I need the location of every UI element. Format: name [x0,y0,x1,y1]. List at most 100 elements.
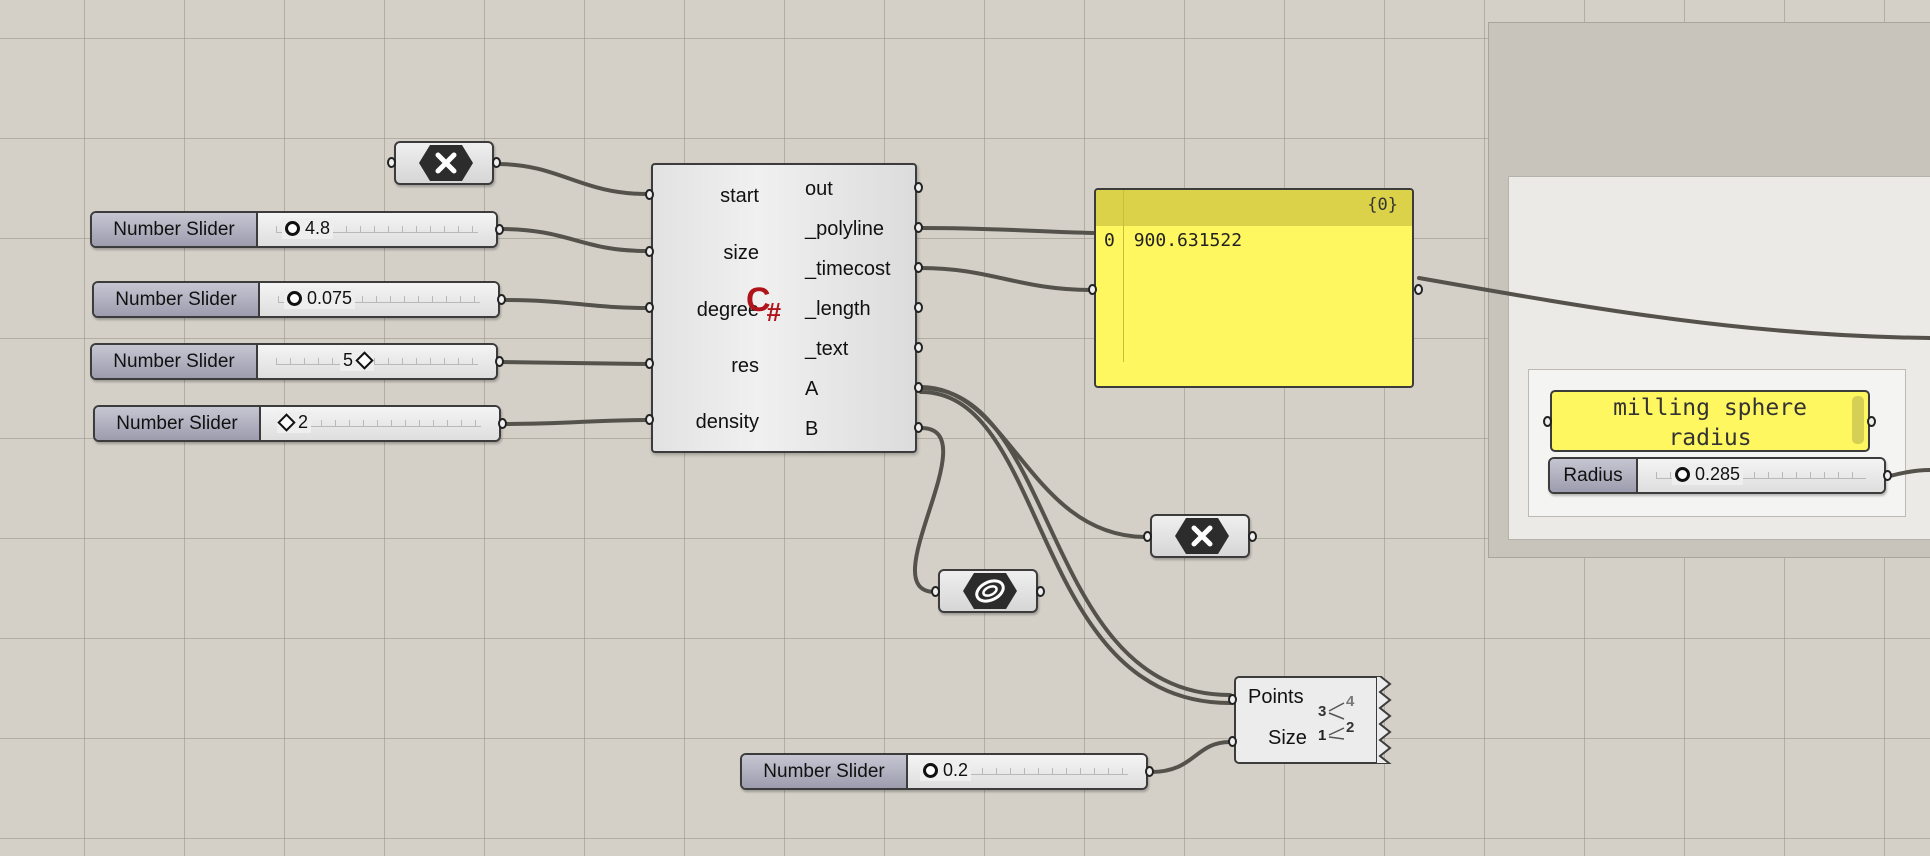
wire-b-curve [913,426,946,594]
note-panel[interactable]: milling sphere radius [1550,390,1870,452]
port-input-degree[interactable] [645,302,654,313]
panel-row: 0 900.631522 [1104,230,1242,251]
port[interactable] [498,418,507,429]
panel-index-divider [1123,190,1124,362]
port[interactable] [492,157,501,168]
output-length: _length [805,298,871,320]
slider-track[interactable]: 2 [261,407,499,440]
port[interactable] [931,586,940,597]
port-input-size[interactable] [645,246,654,257]
slider-knob[interactable] [287,291,302,306]
slider-label: Number Slider [92,213,258,246]
port-output-out[interactable] [914,182,923,193]
port[interactable] [1036,586,1045,597]
port-output-length[interactable] [914,302,923,313]
slider-value: 2 [298,412,309,432]
port-input-start[interactable] [645,189,654,200]
csharp-script-component[interactable]: start size degree res density C# out _po… [651,163,917,453]
wire-degree [500,298,649,310]
curve-icon [963,573,1017,609]
port-input-density[interactable] [645,414,654,425]
slider-value: 0.285 [1695,464,1741,484]
input-size: size [723,242,759,264]
port[interactable] [1543,416,1552,427]
slider-track[interactable]: 4.8 [258,213,496,246]
input-size: Size [1268,727,1307,749]
port-input-points[interactable] [1228,694,1237,705]
wire-size [498,227,649,253]
port[interactable] [1867,416,1876,427]
number-slider-radius[interactable]: Radius 0.285 [1548,457,1886,494]
output-a: A [805,378,819,400]
slider-knob[interactable] [355,351,374,370]
input-start: start [720,185,759,207]
port-output-b[interactable] [914,422,923,433]
csharp-icon: C# [746,281,782,327]
output-polyline: _polyline [805,218,884,240]
slider-label: Number Slider [92,345,258,378]
close-icon [419,145,473,181]
slider-knob[interactable] [285,221,300,236]
number-slider-density[interactable]: Number Slider 2 [93,405,501,442]
slider-label: Radius [1550,459,1638,492]
svg-text:2: 2 [1346,719,1354,736]
toggle-button-start[interactable] [394,141,494,185]
slider-track[interactable]: 0.285 [1638,459,1884,492]
output-out: out [805,178,833,200]
wire-res [498,360,649,366]
wire-size2-size [1149,740,1232,774]
point-list-component[interactable]: Points Size 3 4 1 2 [1234,676,1392,764]
slider-ticks [276,358,478,365]
slider-knob[interactable] [277,413,296,432]
port[interactable] [1088,284,1097,295]
port-output-polyline[interactable] [914,222,923,233]
port[interactable] [1145,766,1154,777]
port-input-size[interactable] [1228,736,1237,747]
slider-label: Number Slider [95,407,261,440]
port[interactable] [497,294,506,305]
output-timecost: _timecost [805,258,891,280]
slider-knob[interactable] [1675,467,1690,482]
port[interactable] [387,157,396,168]
slider-track[interactable]: 0.075 [260,283,498,316]
number-slider-degree[interactable]: Number Slider 0.075 [92,281,500,318]
svg-text:4: 4 [1346,694,1355,710]
port-input-res[interactable] [645,358,654,369]
port[interactable] [495,356,504,367]
wire-timecost [919,266,1093,292]
wire-polyline [919,226,1095,235]
torn-edge [1376,676,1392,764]
slider-track[interactable]: 5 [258,345,496,378]
port-output-text[interactable] [914,342,923,353]
port[interactable] [1883,470,1892,481]
note-scrollbar[interactable] [1852,396,1864,444]
svg-text:3: 3 [1318,703,1326,720]
slider-value: 4.8 [305,218,331,238]
port[interactable] [1248,531,1257,542]
note-line-1: milling sphere [1613,395,1807,421]
curve-component[interactable] [938,569,1038,613]
port[interactable] [1143,531,1152,542]
data-panel[interactable]: {0} 0 900.631522 [1094,188,1414,388]
svg-text:1: 1 [1318,727,1326,744]
output-b: B [805,418,819,440]
wire-toggle-start [495,162,649,196]
wire-radius-out [1888,468,1930,478]
number-slider-size[interactable]: Number Slider 4.8 [90,211,498,248]
close-icon [1175,518,1229,554]
slider-knob[interactable] [923,763,938,778]
number-slider-res[interactable]: Number Slider 5 [90,343,498,380]
input-density: density [695,411,759,433]
wire-panel-out [1417,276,1930,340]
port[interactable] [1414,284,1423,295]
slider-label: Number Slider [742,755,908,788]
port[interactable] [495,224,504,235]
slider-value: 0.2 [943,760,969,780]
slider-value: 0.075 [307,288,353,308]
port-output-timecost[interactable] [914,262,923,273]
port-output-a[interactable] [914,382,923,393]
slider-track[interactable]: 0.2 [908,755,1146,788]
toggle-button-a[interactable] [1150,514,1250,558]
number-slider-size2[interactable]: Number Slider 0.2 [740,753,1148,790]
panel-row-index: 0 [1104,230,1115,251]
